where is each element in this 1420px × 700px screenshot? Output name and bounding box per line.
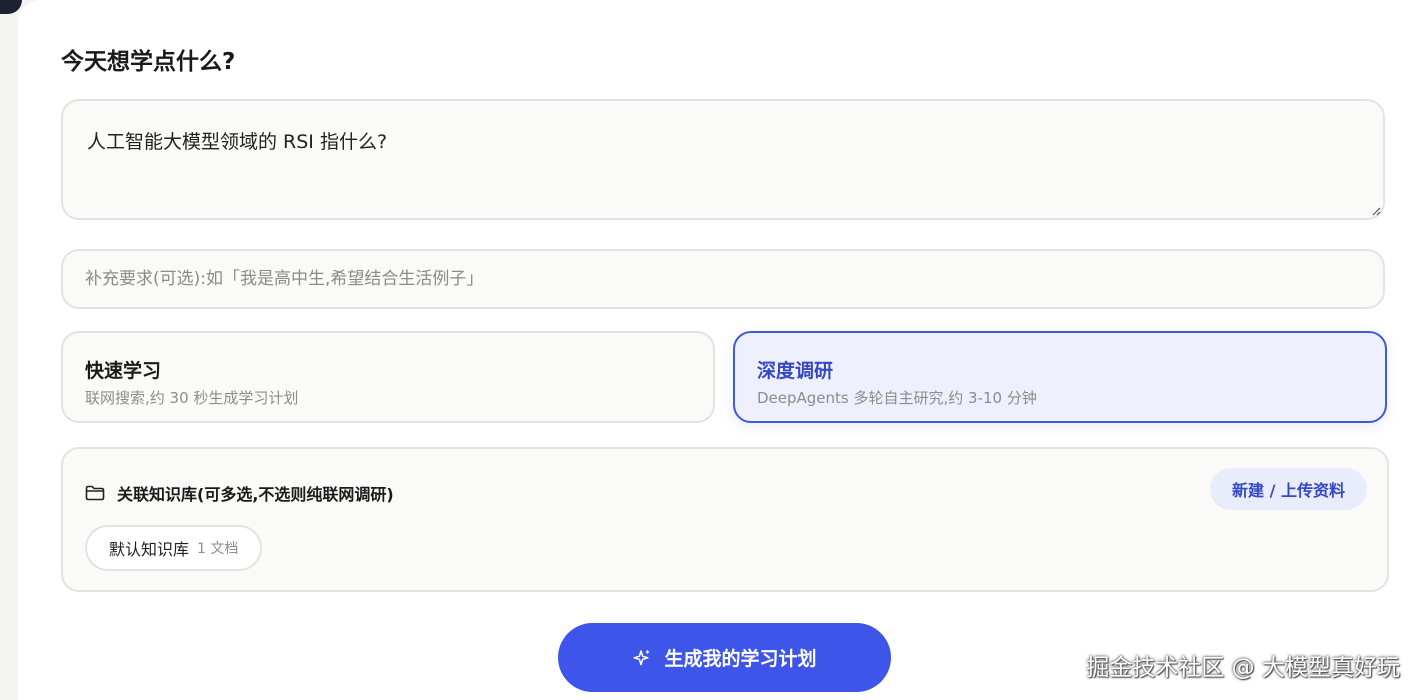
chip-name: 默认知识库 xyxy=(109,540,190,559)
extra-requirements-input[interactable] xyxy=(61,249,1385,309)
page-title: 今天想学点什么? xyxy=(61,49,236,75)
question-textarea[interactable]: 人工智能大模型领域的 RSI 指什么? xyxy=(61,99,1385,220)
mode-description: 联网搜索,约 30 秒生成学习计划 xyxy=(85,389,299,407)
knowledge-base-panel: 关联知识库(可多选,不选则纯联网调研) 新建 / 上传资料 默认知识库 1 文档 xyxy=(61,447,1389,592)
window-corner xyxy=(0,0,22,14)
knowledge-base-title: 关联知识库(可多选,不选则纯联网调研) xyxy=(117,485,394,504)
knowledge-base-chip[interactable]: 默认知识库 1 文档 xyxy=(85,525,263,571)
mode-title: 快速学习 xyxy=(85,360,162,382)
folder-icon xyxy=(85,485,105,501)
sparkle-icon xyxy=(633,649,651,665)
watermark: 掘金技术社区 @ 大模型真好玩 xyxy=(1086,655,1400,681)
generate-plan-label: 生成我的学习计划 xyxy=(664,648,817,670)
resize-handle-icon[interactable] xyxy=(1371,206,1381,216)
knowledge-base-header: 关联知识库(可多选,不选则纯联网调研) xyxy=(85,481,394,505)
mode-title: 深度调研 xyxy=(757,360,834,382)
new-upload-button[interactable]: 新建 / 上传资料 xyxy=(1210,468,1367,510)
question-text: 人工智能大模型领域的 RSI 指什么? xyxy=(87,131,388,153)
chip-document-count: 1 文档 xyxy=(197,541,239,557)
generate-plan-button[interactable]: 生成我的学习计划 xyxy=(558,623,891,692)
mode-card-deep[interactable]: 深度调研 DeepAgents 多轮自主研究,约 3-10 分钟 xyxy=(733,331,1387,423)
mode-card-quick[interactable]: 快速学习 联网搜索,约 30 秒生成学习计划 xyxy=(61,331,715,423)
mode-description: DeepAgents 多轮自主研究,约 3-10 分钟 xyxy=(757,389,1037,407)
